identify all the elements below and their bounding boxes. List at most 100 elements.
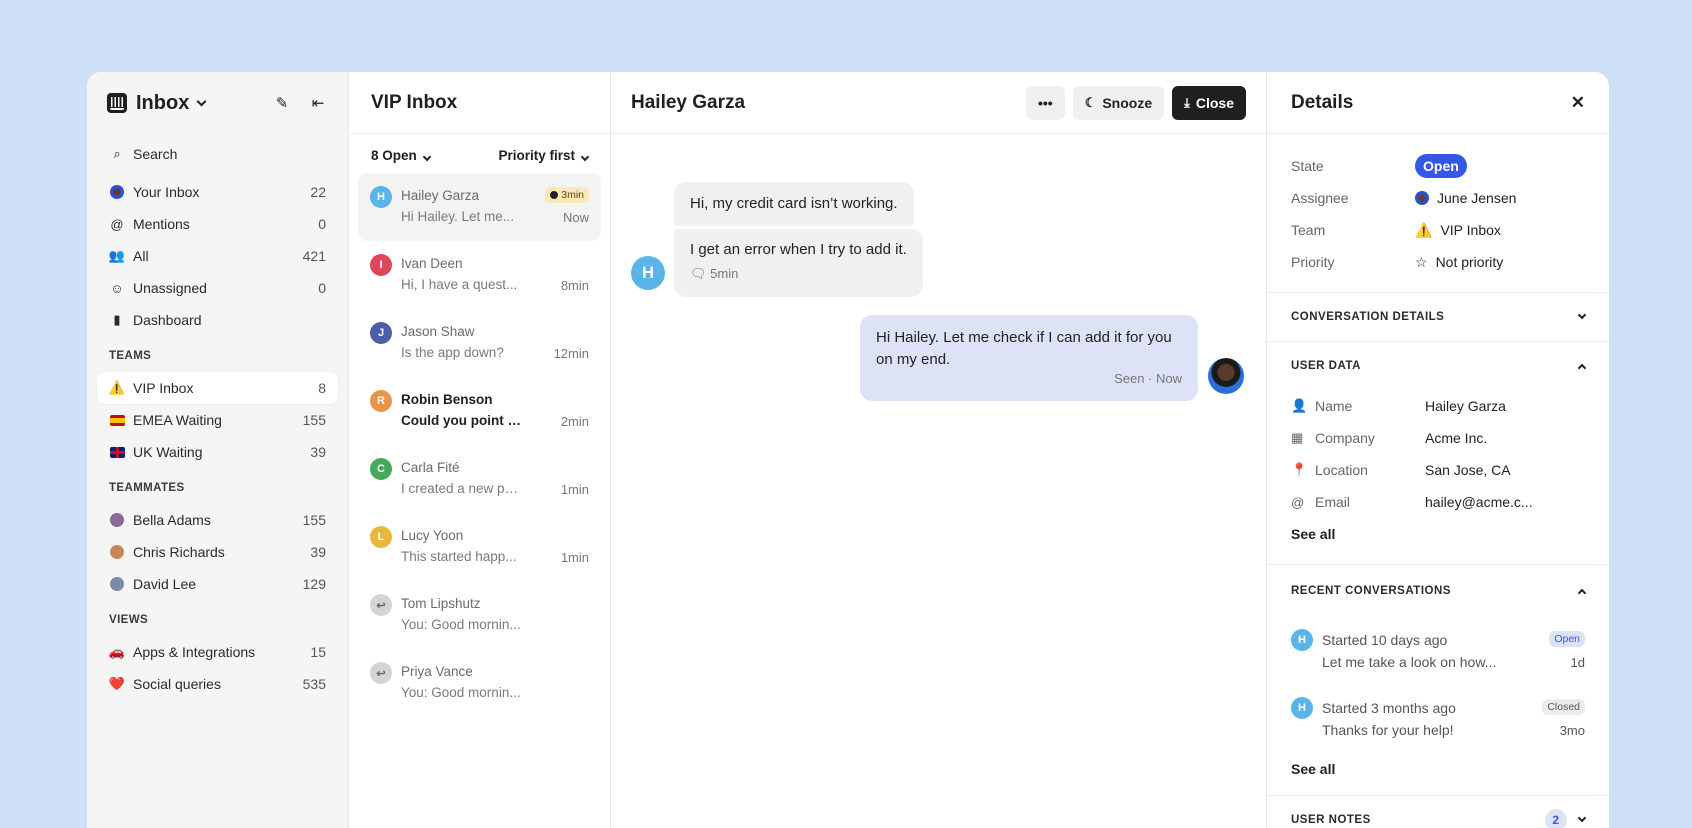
conversation-item[interactable]: C Carla Fité I created a new page... 1min	[358, 445, 601, 513]
compose-icon[interactable]: ✎	[272, 93, 292, 113]
state-badge[interactable]: Open	[1415, 154, 1467, 178]
message-text: I get an error when I try to add it.	[690, 241, 907, 258]
priority-value[interactable]: ☆ Not priority	[1415, 254, 1503, 271]
conversation-item[interactable]: H Hailey Garza Hi Hailey. Let me... 3min …	[358, 173, 601, 241]
conversation-name: Ivan Deen	[401, 256, 463, 271]
conversation-item[interactable]: I Ivan Deen Hi, I have a quest... 8min	[358, 241, 601, 309]
close-icon[interactable]: ✕	[1571, 93, 1585, 113]
people-icon: 👥	[108, 248, 126, 263]
conversation-item[interactable]: ↩ Tom Lipshutz You: Good mornin...	[358, 581, 601, 649]
conversation-view: Hailey Garza ••• ☾ Snooze ⤓ Close Hi, my c…	[611, 72, 1267, 828]
nav-item-label: Bella Adams	[133, 512, 211, 528]
section-title: RECENT CONVERSATIONS	[1291, 585, 1451, 597]
message-icon: 🗨	[690, 266, 707, 281]
recent-conversation-item[interactable]: H Started 3 months ago Thanks for your he…	[1267, 685, 1609, 753]
inbox-switcher[interactable]: Inbox	[136, 92, 189, 115]
nav-item-unassigned[interactable]: ☺ Unassigned 0	[97, 272, 338, 304]
snooze-button[interactable]: ☾ Snooze	[1072, 85, 1165, 120]
nav-item-count: 0	[318, 216, 326, 232]
assignee-value[interactable]: June Jensen	[1415, 190, 1516, 206]
avatar: C	[370, 458, 392, 480]
reply-icon: ↩	[370, 594, 392, 616]
nav-item-bella-adams[interactable]: Bella Adams 155	[97, 504, 338, 536]
conversation-item[interactable]: L Lucy Yoon This started happ... 1min	[358, 513, 601, 581]
nav-item-count: 22	[310, 184, 326, 200]
section-title: USER DATA	[1291, 360, 1361, 372]
conversation-item[interactable]: R Robin Benson Could you point m... 2min	[358, 377, 601, 445]
conversation-preview: Hi Hailey. Let me...	[401, 209, 515, 224]
nav-item-count: 129	[302, 576, 326, 592]
conversation-preview: You: Good mornin...	[401, 685, 521, 700]
conversation-title: Hailey Garza	[631, 91, 746, 113]
chevron-down-icon	[1577, 310, 1587, 320]
nav-item-label: Mentions	[133, 216, 190, 232]
nav-item-count: 8	[318, 380, 326, 396]
list-title: VIP Inbox	[349, 72, 610, 134]
ellipsis-icon: •••	[1037, 94, 1053, 111]
conversation-preview: Is the app down?	[401, 345, 504, 360]
conversation-preview: This started happ...	[401, 549, 517, 564]
nav-item-emea-waiting[interactable]: EMEA Waiting 155	[97, 404, 338, 436]
recent-conversations-toggle[interactable]: RECENT CONVERSATIONS	[1267, 565, 1609, 617]
chevron-up-icon	[1577, 363, 1587, 372]
user-notes-toggle[interactable]: USER NOTES 2	[1267, 796, 1609, 828]
nav-item-your-inbox[interactable]: Your Inbox 22	[97, 176, 338, 208]
nav-item-david-lee[interactable]: David Lee 129	[97, 568, 338, 600]
see-all-conversations-link[interactable]: See all	[1267, 753, 1609, 785]
chevron-down-icon[interactable]	[196, 96, 207, 106]
conversation-item[interactable]: ↩ Priya Vance You: Good mornin...	[358, 649, 601, 717]
conversation-time: 8min	[560, 278, 589, 293]
nav-item-mentions[interactable]: @ Mentions 0	[97, 208, 338, 240]
nav-item-social-queries[interactable]: ❤️ Social queries 535	[97, 668, 338, 700]
nav-item-apps-integrations[interactable]: 🚗 Apps & Integrations 15	[97, 636, 338, 668]
sidebar: Inbox ✎ ⇤ ⌕ Search Your Inbox 22 @ Menti…	[87, 72, 349, 828]
close-conversation-button[interactable]: ⤓ Close	[1172, 85, 1246, 120]
team-name: VIP Inbox	[1440, 222, 1501, 238]
sort-filter[interactable]: Priority first	[498, 148, 590, 163]
open-filter[interactable]: 8 Open	[371, 148, 432, 163]
avatar: L	[370, 526, 392, 548]
message-text: Hi Hailey. Let me check if I can add it …	[876, 329, 1172, 368]
open-filter-label: 8 Open	[371, 148, 417, 163]
heart-icon: ❤️	[108, 676, 126, 691]
snooze-badge-label: 3min	[561, 189, 584, 201]
recent-conversation-item[interactable]: H Started 10 days ago Let me take a look …	[1267, 617, 1609, 685]
conversation-name: Priya Vance	[401, 664, 473, 679]
nav-item-chris-richards[interactable]: Chris Richards 39	[97, 536, 338, 568]
snooze-label: Snooze	[1102, 94, 1153, 111]
sidebar-header: Inbox ✎ ⇤	[87, 72, 348, 134]
more-options-button[interactable]: •••	[1025, 85, 1065, 120]
see-all-user-data-link[interactable]: See all	[1267, 518, 1609, 550]
chevron-down-icon	[1577, 813, 1587, 823]
reply-icon: ↩	[370, 662, 392, 684]
conversation-item[interactable]: J Jason Shaw Is the app down? 12min	[358, 309, 601, 377]
nav-item-dashboard[interactable]: ▮ Dashboard	[97, 304, 338, 336]
search-icon: ⌕	[113, 146, 121, 161]
moon-icon: ☾	[1084, 94, 1097, 110]
user-data-toggle[interactable]: USER DATA	[1267, 342, 1609, 390]
search-button[interactable]: ⌕ Search	[97, 138, 338, 170]
details-panel: Details ✕ State Open Assignee June Jensen …	[1267, 72, 1609, 828]
conversation-time: 2min	[560, 414, 589, 429]
nav-item-count: 0	[318, 280, 326, 296]
nav-item-all[interactable]: 👥 All 421	[97, 240, 338, 272]
at-icon: @	[110, 216, 124, 232]
team-value[interactable]: ⚠️ VIP Inbox	[1415, 222, 1501, 239]
teammates-heading: TEAMMATES	[109, 482, 185, 494]
collapse-sidebar-icon[interactable]: ⇤	[308, 93, 328, 113]
state-label: State	[1291, 158, 1324, 174]
field-label: Location	[1315, 462, 1368, 478]
nav-item-vip-inbox[interactable]: ⚠️ VIP Inbox 8	[97, 372, 338, 404]
chevron-down-icon	[422, 152, 432, 162]
status-badge: Open	[1549, 631, 1585, 647]
avatar	[109, 512, 125, 528]
nav-item-label: Your Inbox	[133, 184, 200, 200]
conversation-details-toggle[interactable]: CONVERSATION DETAILS	[1267, 293, 1609, 341]
avatar	[1415, 191, 1429, 205]
conversation-time: 1min	[560, 550, 589, 565]
nav-item-count: 15	[310, 644, 326, 660]
field-label: Email	[1315, 494, 1351, 510]
building-icon: ▦	[1291, 430, 1304, 445]
nav-item-uk-waiting[interactable]: UK Waiting 39	[97, 436, 338, 468]
conversation-name: Lucy Yoon	[401, 528, 464, 543]
